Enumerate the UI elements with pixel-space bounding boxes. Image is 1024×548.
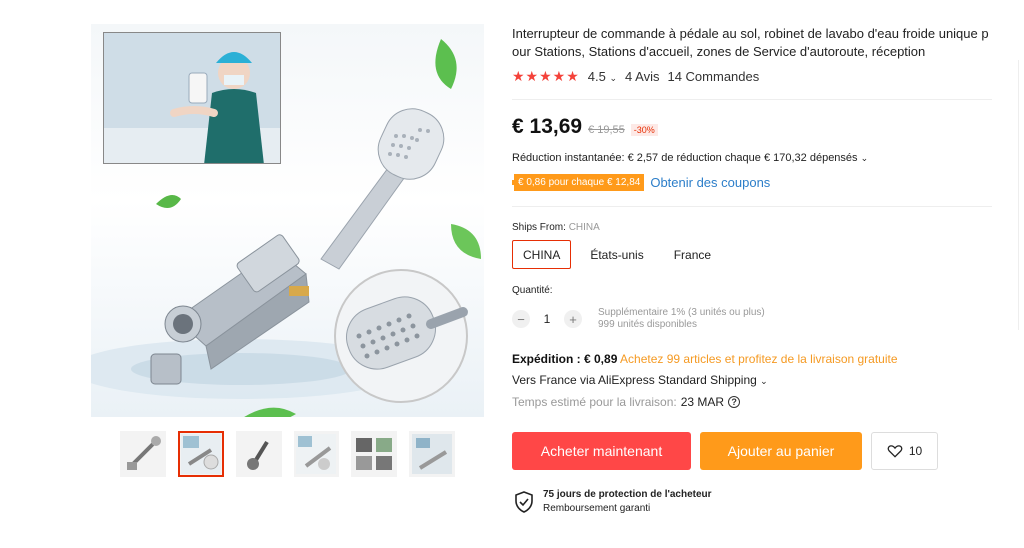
delivery-estimate: Temps estimé pour la livraison: 23 MAR ? [512, 395, 741, 409]
price-row: € 13,69 € 19,55 -30% [512, 115, 658, 139]
shipping-cost: Expédition : € 0,89 Achetez 99 articles … [512, 352, 898, 366]
product-main-image[interactable] [91, 24, 484, 417]
rating-score[interactable]: 4.5 ⌄ [588, 69, 617, 84]
ship-option-us[interactable]: États-unis [579, 240, 655, 269]
current-price: € 13,69 [512, 115, 583, 138]
thumbnail-1[interactable] [120, 431, 166, 477]
wishlist-count: 10 [908, 444, 923, 458]
discount-badge: -30% [630, 124, 658, 136]
scroll-edge [1018, 60, 1024, 330]
ship-option-france[interactable]: France [662, 240, 723, 269]
rating-row: ★★★★★ 4.5 ⌄ 4 Avis 14 Commandes [512, 68, 759, 85]
heart-icon [887, 445, 903, 458]
protection-subtitle: Remboursement garanti [543, 503, 651, 514]
buyer-protection: 75 jours de protection de l'acheteur Rem… [514, 488, 712, 516]
buy-now-button[interactable]: Acheter maintenant [512, 432, 691, 470]
quantity-minus-button[interactable]: − [512, 310, 530, 328]
reviews-link[interactable]: 4 Avis [625, 69, 659, 84]
thumbnail-3[interactable] [235, 431, 282, 477]
original-price: € 19,55 [588, 124, 625, 136]
orders-count: 14 Commandes [667, 69, 760, 84]
add-to-cart-button[interactable]: Ajouter au panier [700, 432, 862, 470]
quantity-stepper: − + Supplémentaire 1% (3 unités ou plus)… [512, 307, 765, 331]
thumbnail-5[interactable] [351, 431, 398, 477]
coupon-badge: € 0,86 pour chaque € 12,84 [512, 174, 645, 191]
coupon-row: € 0,86 pour chaque € 12,84 Obtenir des c… [512, 174, 770, 191]
star-icon: ★★★★★ [512, 68, 580, 84]
quantity-label: Quantité: [512, 285, 553, 296]
thumbnail-strip [120, 431, 455, 479]
thumbnail-6[interactable] [409, 431, 455, 477]
thumbnail-2-active[interactable] [177, 431, 224, 477]
get-coupons-link[interactable]: Obtenir des coupons [650, 175, 770, 190]
quantity-plus-button[interactable]: + [564, 310, 582, 328]
wishlist-button[interactable]: 10 [871, 432, 938, 470]
ships-from-options: CHINA États-unis France [512, 240, 723, 269]
inset-photo-nurse-washing [103, 32, 281, 164]
thumbnail-4[interactable] [293, 431, 340, 477]
chevron-down-icon: ⌄ [609, 73, 618, 83]
quantity-info: Supplémentaire 1% (3 unités ou plus) 999… [598, 307, 765, 330]
ship-option-china[interactable]: CHINA [512, 240, 572, 269]
product-title: Interrupteur de commande à pédale au sol… [512, 26, 989, 59]
protection-title: 75 jours de protection de l'acheteur [543, 489, 712, 500]
shield-check-icon [515, 491, 533, 513]
ships-from-label: Ships From: CHINA [512, 222, 600, 233]
chevron-down-icon: ⌄ [860, 153, 869, 163]
divider [512, 99, 992, 100]
help-icon[interactable]: ? [728, 396, 741, 408]
instant-discount[interactable]: Réduction instantanée: € 2,57 de réducti… [512, 152, 868, 164]
quantity-input[interactable] [538, 312, 556, 326]
divider [512, 206, 992, 207]
chevron-down-icon: ⌄ [760, 376, 768, 386]
shipping-method-selector[interactable]: Vers France via AliExpress Standard Ship… [512, 373, 768, 387]
